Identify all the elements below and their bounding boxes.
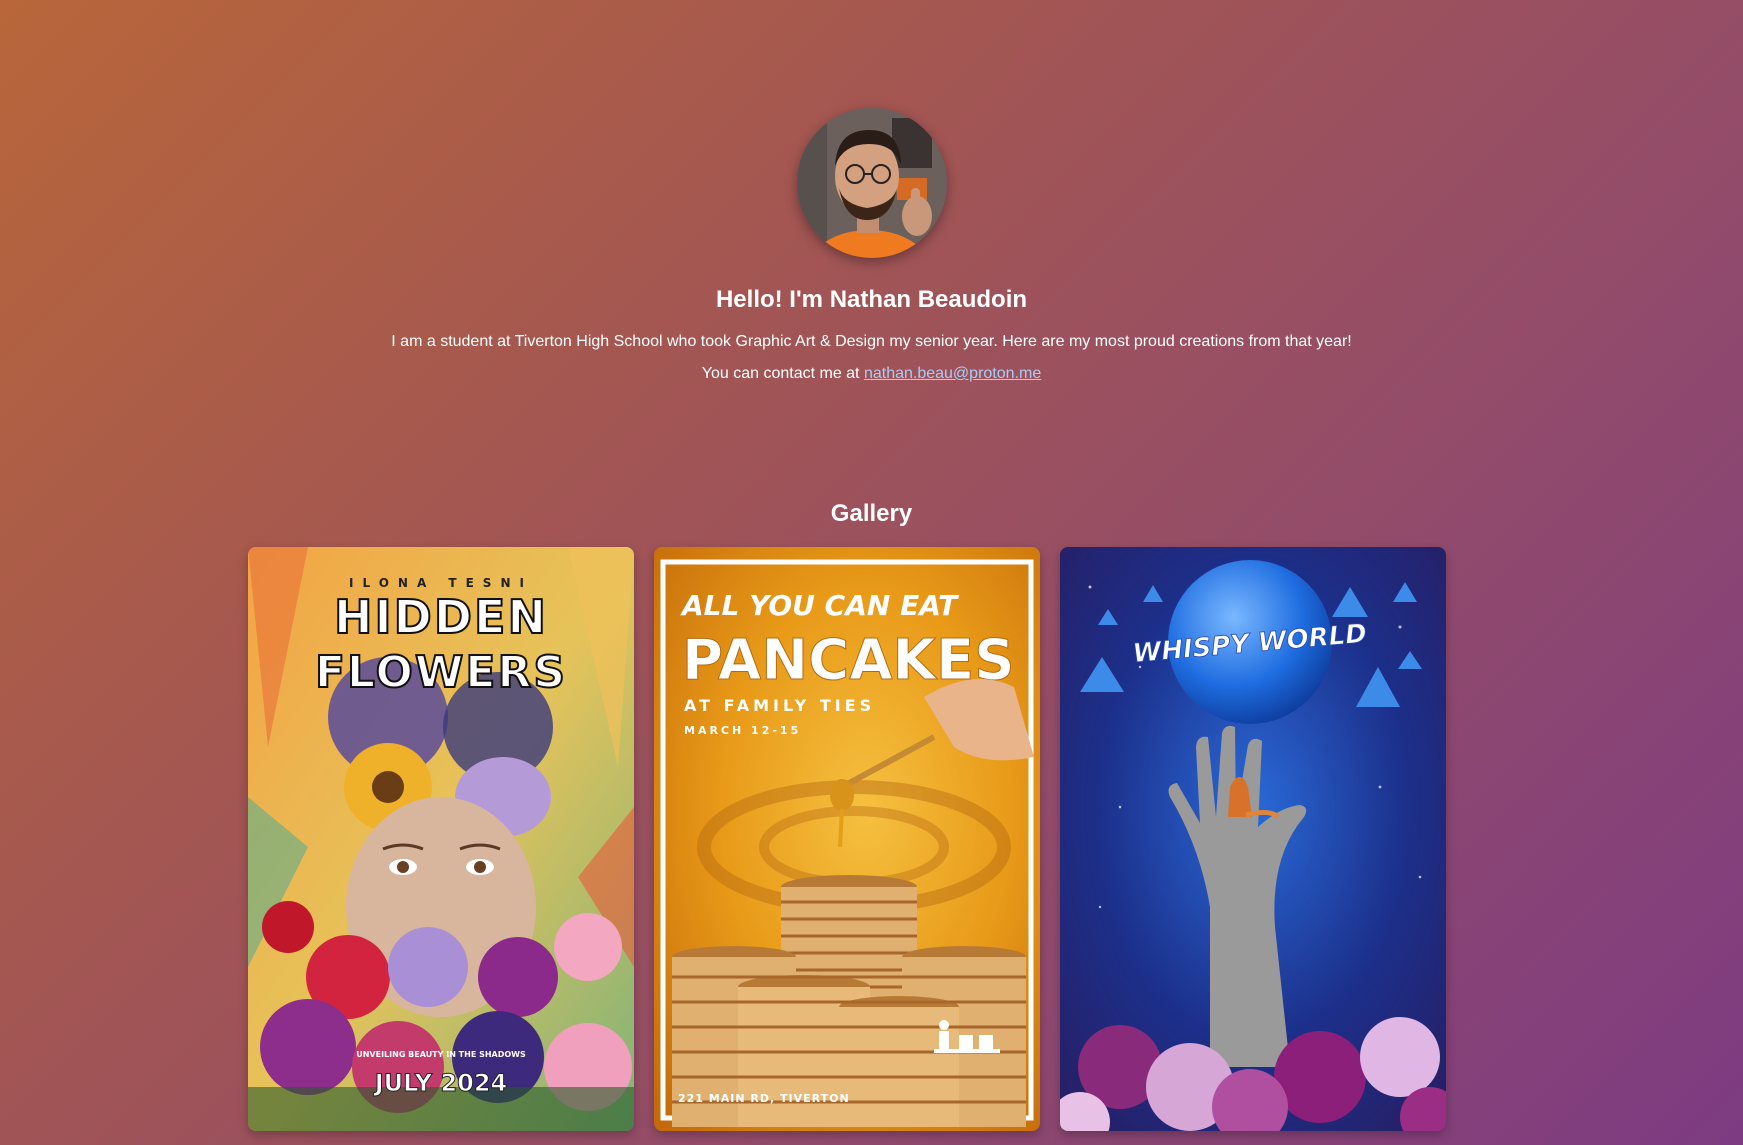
hidden-flowers-date: JULY 2024 <box>373 1069 508 1097</box>
gallery-title: Gallery <box>830 500 913 527</box>
hidden-flowers-author: ILONA TESNI <box>349 576 533 590</box>
profile-section: Hello! I'm Nathan Beaudoin I am a studen… <box>0 108 1743 383</box>
gallery-grid: ILONA TESNI HIDDEN FLOWERS UNVEILING BEA… <box>248 547 1448 1131</box>
hidden-flowers-title-line2: FLOWERS <box>315 647 567 698</box>
page-title: Hello! I'm Nathan Beaudoin <box>715 286 1028 313</box>
avatar <box>796 108 947 258</box>
hidden-flowers-poster: ILONA TESNI HIDDEN FLOWERS UNVEILING BEA… <box>248 547 634 1131</box>
avatar-photo <box>796 108 947 258</box>
intro-text: I am a student at Tiverton High School w… <box>391 333 1352 350</box>
gallery-item-whispy-world[interactable]: WHISPY WORLD <box>1060 547 1446 1131</box>
whispy-world-poster: WHISPY WORLD <box>1060 547 1446 1131</box>
email-link[interactable]: nathan.beau@proton.me <box>864 365 1041 382</box>
contact-prefix: You can contact me at <box>701 365 864 382</box>
hidden-flowers-tagline: UNVEILING BEAUTY IN THE SHADOWS <box>356 1050 526 1059</box>
hidden-flowers-title-line1: HIDDEN <box>334 590 548 644</box>
pancakes-venue: AT FAMILY TIES <box>684 696 875 715</box>
contact-line: You can contact me at nathan.beau@proton… <box>0 365 1743 383</box>
pancakes-poster: ALL YOU CAN EAT PANCAKES AT FAMILY TIES … <box>654 547 1040 1131</box>
gallery-item-pancakes[interactable]: ALL YOU CAN EAT PANCAKES AT FAMILY TIES … <box>654 547 1040 1131</box>
gallery-item-hidden-flowers[interactable]: ILONA TESNI HIDDEN FLOWERS UNVEILING BEA… <box>248 547 634 1131</box>
pancakes-headline: ALL YOU CAN EAT <box>680 589 959 622</box>
pancakes-address: 221 MAIN RD, TIVERTON <box>678 1092 850 1105</box>
pancakes-dates: MARCH 12-15 <box>684 724 801 737</box>
